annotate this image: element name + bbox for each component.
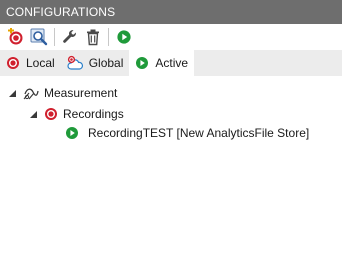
tab-local[interactable]: Local xyxy=(0,50,61,76)
measurement-icon xyxy=(23,85,39,101)
tree-node-recordings[interactable]: Recordings xyxy=(28,104,124,124)
toolbar-separator xyxy=(54,28,55,46)
record-icon xyxy=(44,107,58,121)
search-button[interactable] xyxy=(28,26,50,48)
record-icon xyxy=(6,56,20,70)
tree-node-measurement[interactable]: Measurement xyxy=(7,83,117,103)
tree-node-label: Recordings xyxy=(63,107,124,121)
delete-button[interactable] xyxy=(82,26,104,48)
tab-active-label: Active xyxy=(155,56,189,70)
tab-local-label: Local xyxy=(26,56,55,70)
panel-title: CONFIGURATIONS xyxy=(0,0,342,24)
tree-node-label: Measurement xyxy=(44,86,118,100)
tab-strip: Local Global Active xyxy=(0,50,342,76)
tree-node-label: RecordingTEST [New AnalyticsFile Store] xyxy=(88,126,310,140)
collapse-toggle-icon[interactable] xyxy=(28,109,38,119)
properties-button[interactable] xyxy=(59,26,81,48)
record-add-icon xyxy=(8,28,23,45)
tab-global-label: Global xyxy=(88,56,124,70)
play-icon xyxy=(135,56,149,70)
new-configuration-button[interactable] xyxy=(5,26,27,48)
magnifier-icon xyxy=(30,28,48,46)
run-button[interactable] xyxy=(113,26,135,48)
collapse-toggle-icon[interactable] xyxy=(7,88,17,98)
wrench-icon xyxy=(63,30,76,43)
tree-node-recording-test[interactable]: RecordingTEST [New AnalyticsFile Store] xyxy=(65,123,309,143)
tab-global[interactable]: Global xyxy=(61,50,130,76)
cloud-record-icon xyxy=(67,55,83,71)
trash-icon xyxy=(87,29,99,46)
play-icon xyxy=(117,30,131,44)
play-icon xyxy=(65,126,79,140)
toolbar-separator xyxy=(108,28,109,46)
tab-active[interactable]: Active xyxy=(129,50,195,76)
toolbar xyxy=(0,24,342,50)
